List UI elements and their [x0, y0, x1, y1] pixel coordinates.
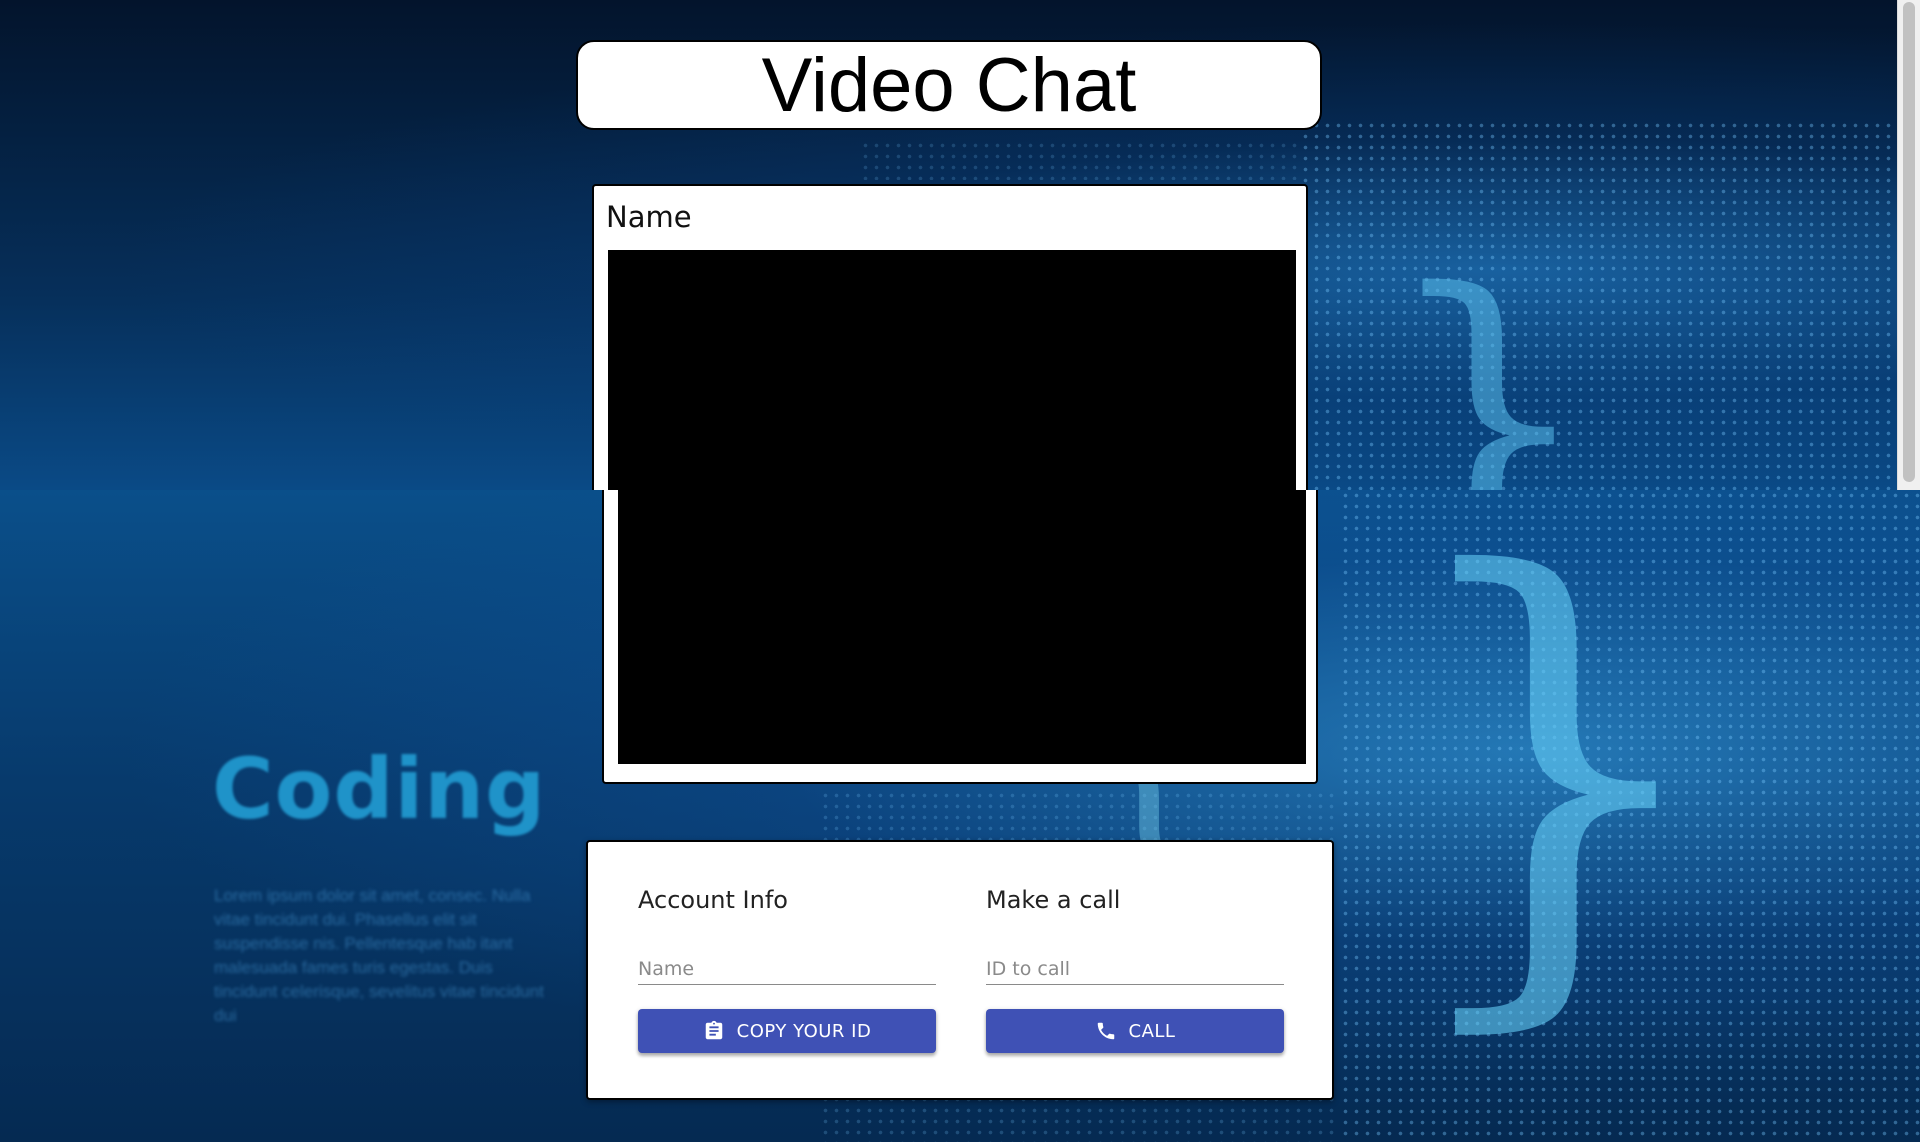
background-coding-word: Coding — [212, 740, 547, 838]
background-dot-pattern — [860, 140, 1300, 180]
copy-id-button-label: COPY YOUR ID — [736, 1020, 872, 1042]
video-player[interactable] — [618, 490, 1306, 764]
page-title: Video Chat — [761, 42, 1137, 128]
call-button[interactable]: CALL — [986, 1009, 1284, 1053]
background-brace-icon: } — [1380, 222, 1597, 490]
video-player[interactable] — [608, 250, 1296, 492]
title-card: Video Chat — [576, 40, 1322, 130]
clipboard-icon — [705, 1020, 722, 1040]
background-filler-text: Lorem ipsum dolor sit amet, consec. Null… — [214, 886, 544, 1025]
account-info-heading: Account Info — [638, 886, 788, 914]
id-to-call-field — [986, 948, 1284, 985]
scrollbar-thumb[interactable] — [1903, 2, 1915, 482]
make-call-heading: Make a call — [986, 886, 1121, 914]
id-to-call-input[interactable] — [986, 958, 1284, 980]
call-button-label: CALL — [1128, 1020, 1176, 1042]
copy-id-button[interactable]: COPY YOUR ID — [638, 1009, 936, 1053]
account-info-section: Account Info COPY YOUR ID — [638, 886, 936, 1053]
call-options-panel: Account Info COPY YOUR ID Make a call CA… — [586, 840, 1334, 1100]
background-brace-icon: } — [1390, 490, 1721, 1073]
video-name-label: Name — [606, 200, 692, 234]
make-call-section: Make a call CALL — [986, 886, 1284, 1053]
name-input[interactable] — [638, 958, 936, 980]
video-card — [602, 490, 1318, 784]
video-card: Name — [592, 184, 1308, 492]
phone-icon — [1097, 1022, 1114, 1040]
name-field — [638, 948, 936, 985]
page-scrollbar[interactable] — [1897, 0, 1920, 490]
video-chat-page: } } } Coding Lorem ipsum dolor sit amet,… — [0, 0, 1920, 1142]
